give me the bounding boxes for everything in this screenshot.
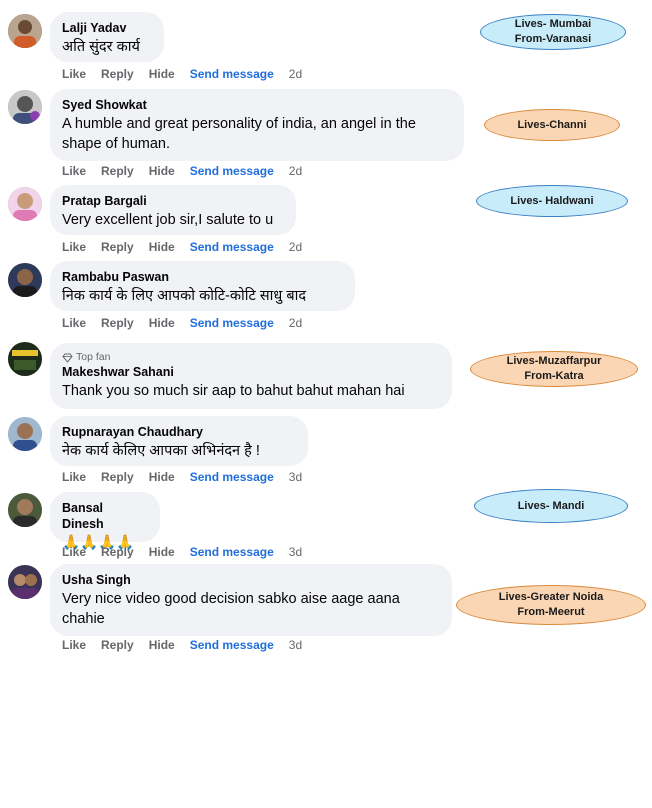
send-message-button[interactable]: Send message: [190, 545, 274, 559]
reply-button[interactable]: Reply: [101, 545, 134, 559]
commenter-name[interactable]: Bansal Dinesh: [62, 500, 148, 532]
comment-bubble: Lalji Yadav अति सुंदर कार्य: [50, 12, 164, 62]
avatar[interactable]: [8, 90, 42, 124]
avatar[interactable]: [8, 187, 42, 221]
reply-button[interactable]: Reply: [101, 316, 134, 330]
comment-actions: Like Reply Hide Send message 3d: [62, 545, 317, 559]
comment-actions: Like Reply Hide Send message 2d: [62, 316, 317, 330]
comment-bubble: Top fan Makeshwar Sahani Thank you so mu…: [50, 343, 452, 409]
timestamp[interactable]: 2d: [289, 316, 302, 330]
like-button[interactable]: Like: [62, 164, 86, 178]
location-label-text: Lives- Haldwani: [510, 194, 594, 207]
comment-text: Very excellent job sir,I salute to u: [62, 212, 274, 228]
commenter-name[interactable]: Syed Showkat: [62, 97, 452, 113]
location-label-text: Lives- Mumbai From-Varanasi: [514, 18, 592, 45]
comment-text: Thank you so much sir aap to bahut bahut…: [62, 383, 405, 399]
like-button[interactable]: Like: [62, 67, 86, 81]
timestamp[interactable]: 2d: [289, 67, 302, 81]
hide-button[interactable]: Hide: [149, 164, 175, 178]
top-fan-label: Top fan: [76, 351, 111, 363]
avatar[interactable]: [8, 565, 42, 599]
comment-actions: Like Reply Hide Send message 2d: [62, 67, 317, 81]
comment-bubble: Rambabu Paswan निक कार्य के लिए आपको कोट…: [50, 261, 355, 311]
comment-text: निक कार्य के लिए आपको कोटि-कोटि साधु बाद: [62, 288, 307, 304]
send-message-button[interactable]: Send message: [190, 164, 274, 178]
hide-button[interactable]: Hide: [149, 316, 175, 330]
avatar[interactable]: [8, 14, 42, 48]
top-fan-badge: Top fan: [62, 351, 440, 364]
timestamp[interactable]: 2d: [289, 240, 302, 254]
avatar[interactable]: [8, 342, 42, 376]
reply-button[interactable]: Reply: [101, 67, 134, 81]
location-label: Lives- Haldwani: [476, 185, 628, 217]
like-button[interactable]: Like: [62, 545, 86, 559]
reply-button[interactable]: Reply: [101, 638, 134, 652]
comment-text: नेक कार्य केलिए आपका अभिनंदन है !: [62, 443, 260, 459]
comment-bubble: Syed Showkat A humble and great personal…: [50, 89, 464, 161]
reply-button[interactable]: Reply: [101, 164, 134, 178]
hide-button[interactable]: Hide: [149, 545, 175, 559]
comment-bubble: Usha Singh Very nice video good decision…: [50, 564, 452, 636]
like-button[interactable]: Like: [62, 316, 86, 330]
comment-actions: Like Reply Hide Send message 3d: [62, 638, 317, 652]
hide-button[interactable]: Hide: [149, 67, 175, 81]
send-message-button[interactable]: Send message: [190, 240, 274, 254]
location-label-text: Lives- Mandi: [517, 499, 585, 512]
comment-text: Very nice video good decision sabko aise…: [62, 591, 400, 627]
location-label: Lives- Mandi: [474, 489, 628, 523]
timestamp[interactable]: 3d: [289, 470, 302, 484]
location-label-text: Lives-Greater Noida From-Meerut: [498, 591, 604, 618]
hide-button[interactable]: Hide: [149, 240, 175, 254]
comment-actions: Like Reply Hide Send message 2d: [62, 240, 317, 254]
hide-button[interactable]: Hide: [149, 638, 175, 652]
commenter-name[interactable]: Makeshwar Sahani: [62, 364, 440, 380]
commenter-name[interactable]: Rupnarayan Chaudhary: [62, 424, 296, 440]
location-label-text: Lives-Muzaffarpur From-Katra: [506, 355, 602, 382]
comment-actions: Like Reply Hide Send message 3d: [62, 470, 317, 484]
commenter-name[interactable]: Usha Singh: [62, 572, 440, 588]
comment-actions: Like Reply Hide Send message 2d: [62, 164, 317, 178]
location-label: Lives-Channi: [484, 109, 620, 141]
comment-bubble: Pratap Bargali Very excellent job sir,I …: [50, 185, 296, 235]
location-label-text: Lives-Channi: [517, 118, 587, 131]
location-label: Lives-Greater Noida From-Meerut: [456, 585, 646, 625]
timestamp[interactable]: 2d: [289, 164, 302, 178]
send-message-button[interactable]: Send message: [190, 316, 274, 330]
timestamp[interactable]: 3d: [289, 638, 302, 652]
avatar[interactable]: [8, 417, 42, 451]
like-button[interactable]: Like: [62, 470, 86, 484]
send-message-button[interactable]: Send message: [190, 67, 274, 81]
send-message-button[interactable]: Send message: [190, 638, 274, 652]
location-label: Lives- Mumbai From-Varanasi: [480, 14, 626, 50]
location-label: Lives-Muzaffarpur From-Katra: [470, 351, 638, 387]
avatar[interactable]: [8, 263, 42, 297]
commenter-name[interactable]: Lalji Yadav: [62, 20, 152, 36]
commenter-name[interactable]: Pratap Bargali: [62, 193, 284, 209]
like-button[interactable]: Like: [62, 638, 86, 652]
like-button[interactable]: Like: [62, 240, 86, 254]
comment-bubble: Rupnarayan Chaudhary नेक कार्य केलिए आपक…: [50, 416, 308, 466]
comment-bubble: Bansal Dinesh 🙏🙏🙏🙏: [50, 492, 160, 551]
diamond-icon: [62, 353, 73, 363]
commenter-name[interactable]: Rambabu Paswan: [62, 269, 343, 285]
comment-text: A humble and great personality of india,…: [62, 116, 416, 152]
hide-button[interactable]: Hide: [149, 470, 175, 484]
reply-button[interactable]: Reply: [101, 240, 134, 254]
timestamp[interactable]: 3d: [289, 545, 302, 559]
avatar[interactable]: [8, 493, 42, 527]
send-message-button[interactable]: Send message: [190, 470, 274, 484]
reply-button[interactable]: Reply: [101, 470, 134, 484]
comment-text: अति सुंदर कार्य: [62, 39, 140, 55]
